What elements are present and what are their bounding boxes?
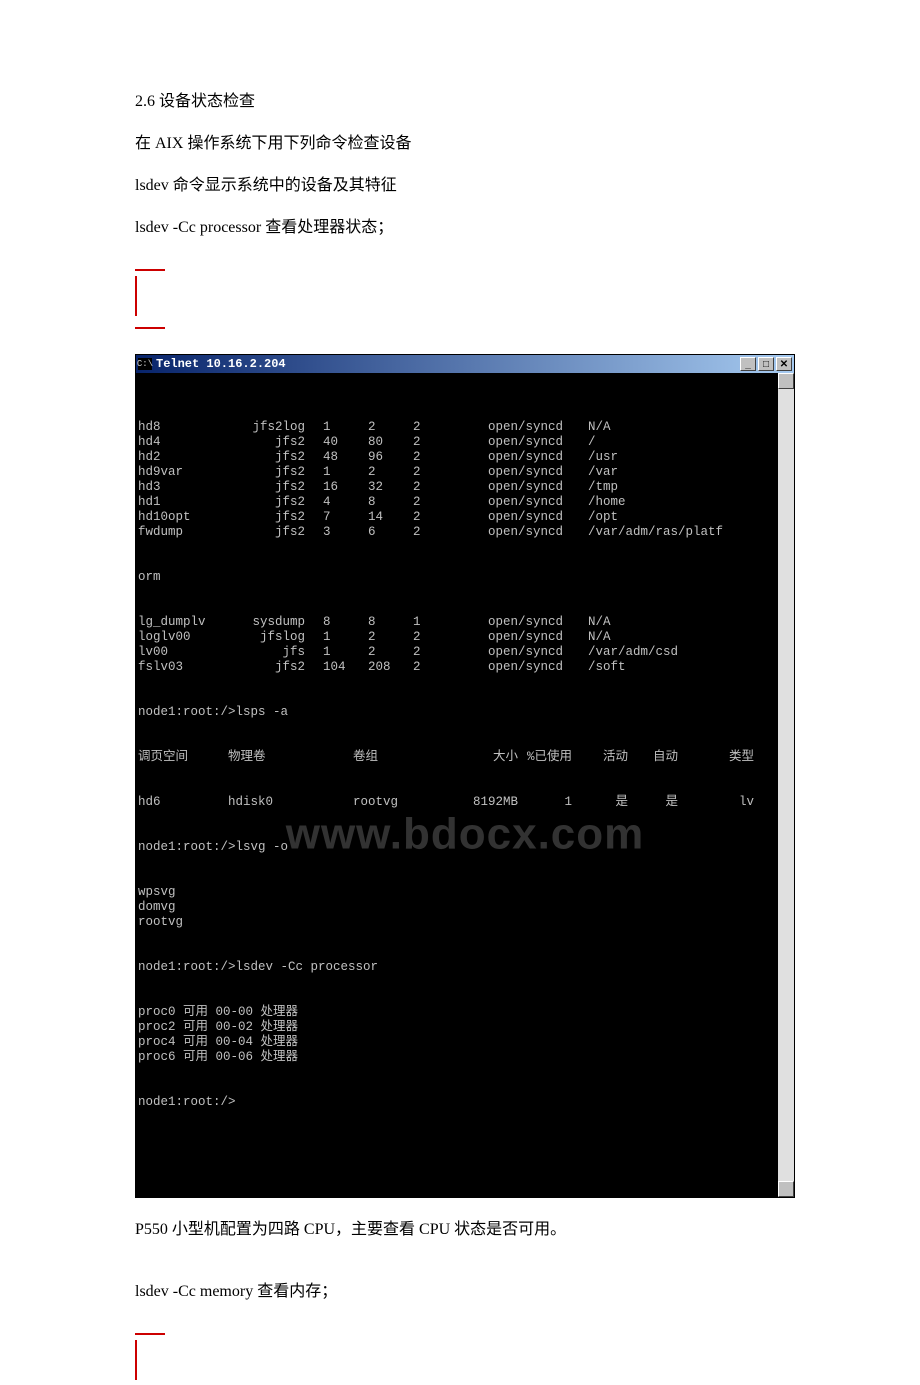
close-button[interactable]: ✕ (776, 357, 792, 371)
paging-row: hd6hdisk0rootvg8192MB1是是lv (138, 795, 794, 810)
prompt-line: node1:root:/>lsdev -Cc processor (138, 960, 794, 975)
terminal-window: C:\ Telnet 10.16.2.204 _ □ ✕ www.bdocx.c… (135, 354, 795, 1198)
lv-row: hd9varjfs2122open/syncd/var (138, 465, 794, 480)
lv-row: lv00jfs122open/syncd/var/adm/csd (138, 645, 794, 660)
lv-row: hd4jfs240802open/syncd/ (138, 435, 794, 450)
window-title: Telnet 10.16.2.204 (156, 357, 286, 371)
paragraph: lsdev 命令显示系统中的设备及其特征 (135, 174, 790, 198)
title-bar[interactable]: C:\ Telnet 10.16.2.204 _ □ ✕ (136, 355, 794, 373)
lv-row: fwdumpjfs2362open/syncd/var/adm/ras/plat… (138, 525, 794, 540)
lv-row: loglv00jfslog122open/syncdN/A (138, 630, 794, 645)
terminal-output: www.bdocx.com hd8jfs2log122open/syncdN/A… (136, 373, 794, 1197)
scroll-track[interactable] (778, 389, 794, 1181)
proc-line: proc4 可用 00-04 处理器 (138, 1035, 794, 1050)
prompt-line: node1:root:/>lsvg -o (138, 840, 794, 855)
prompt-line: node1:root:/> (138, 1095, 794, 1110)
paragraph: 在 AIX 操作系统下用下列命令检查设备 (135, 132, 790, 156)
red-bracket-bottom (135, 1322, 790, 1380)
proc-line: proc2 可用 00-02 处理器 (138, 1020, 794, 1035)
window-controls: _ □ ✕ (740, 357, 792, 371)
maximize-button[interactable]: □ (758, 357, 774, 371)
vg-line: wpsvg (138, 885, 794, 900)
red-bracket-top (135, 258, 790, 334)
caption: P550 小型机配置为四路 CPU，主要查看 CPU 状态是否可用。 (135, 1218, 790, 1242)
scrollbar[interactable]: ▲ ▼ (778, 373, 794, 1197)
scroll-up-button[interactable]: ▲ (778, 373, 794, 389)
proc-line: proc0 可用 00-00 处理器 (138, 1005, 794, 1020)
lv-row: lg_dumplvsysdump881open/syncdN/A (138, 615, 794, 630)
lv-row: hd10optjfs27142open/syncd/opt (138, 510, 794, 525)
terminal-icon: C:\ (138, 358, 152, 370)
lv-row: hd2jfs248962open/syncd/usr (138, 450, 794, 465)
scroll-down-button[interactable]: ▼ (778, 1181, 794, 1197)
minimize-button[interactable]: _ (740, 357, 756, 371)
lv-row: fslv03jfs21042082open/syncd/soft (138, 660, 794, 675)
paragraph: lsdev -Cc processor 查看处理器状态； (135, 216, 790, 240)
vg-line: domvg (138, 900, 794, 915)
prompt-line: node1:root:/>lsps -a (138, 705, 794, 720)
vg-line: rootvg (138, 915, 794, 930)
paragraph: lsdev -Cc memory 查看内存； (135, 1280, 790, 1304)
paging-header: 调页空间物理卷卷组大小%已使用活动自动类型 (138, 750, 794, 765)
lv-row: hd8jfs2log122open/syncdN/A (138, 420, 794, 435)
section-heading: 2.6 设备状态检查 (135, 90, 790, 114)
proc-line: proc6 可用 00-06 处理器 (138, 1050, 794, 1065)
lv-row: hd1jfs2482open/syncd/home (138, 495, 794, 510)
terminal-line: orm (138, 570, 794, 585)
lv-row: hd3jfs216322open/syncd/tmp (138, 480, 794, 495)
